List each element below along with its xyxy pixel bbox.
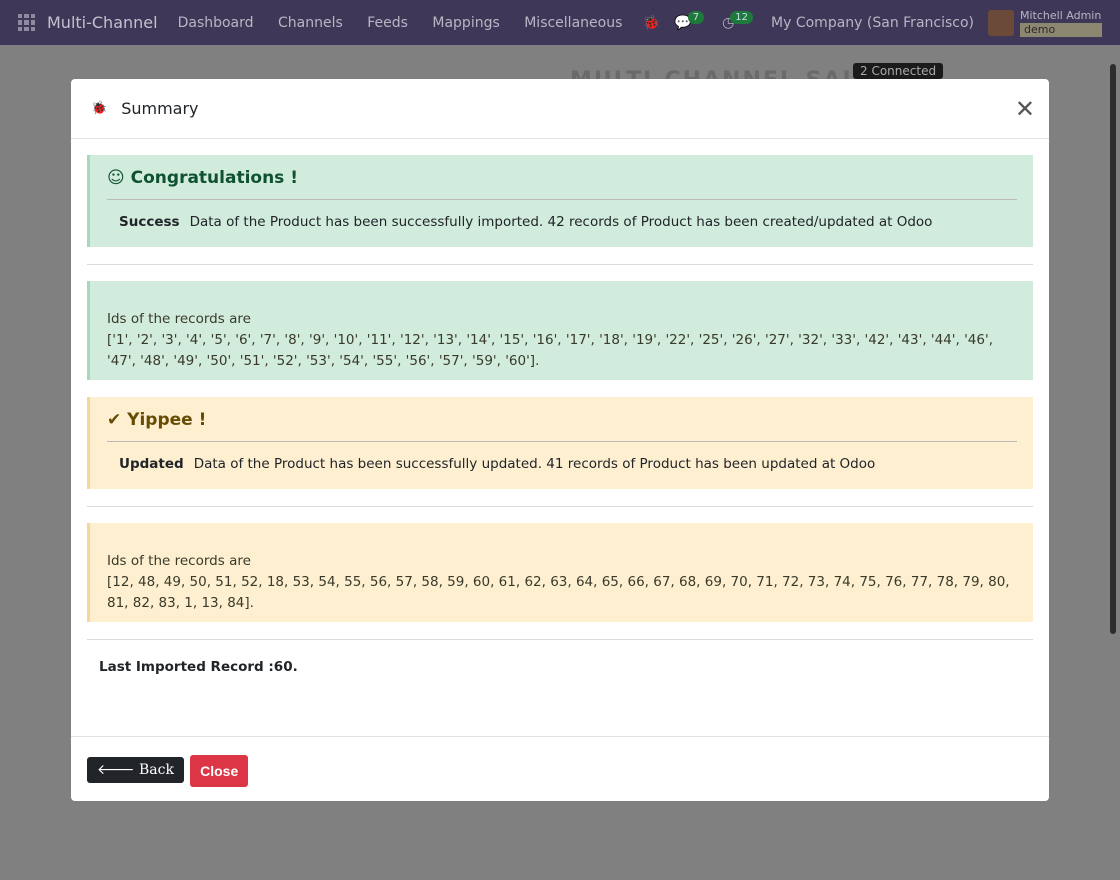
close-button[interactable]: Close — [190, 755, 249, 787]
summary-dialog: 🐞 Summary ✕ ☺ Congratulations ! Success Da… — [71, 79, 1049, 801]
user-menu[interactable]: Mitchell Admin demo — [988, 9, 1102, 37]
back-button[interactable]: 🡐 Back — [87, 757, 184, 783]
success-label: Success — [119, 214, 180, 230]
updated-heading: Yippee ! — [127, 410, 207, 430]
updated-label: Updated — [119, 456, 184, 472]
success-message: Data of the Product has been successfull… — [189, 214, 933, 230]
close-icon[interactable]: ✕ — [1015, 95, 1035, 123]
updated-alert: ✔ Yippee ! Updated Data of the Product ha… — [87, 397, 1033, 489]
updated-ids-label: Ids of the records are — [107, 553, 251, 569]
messages-badge: 7 — [687, 10, 705, 24]
menu-miscellaneous[interactable]: Miscellaneous — [524, 15, 622, 31]
company-switcher[interactable]: My Company (San Francisco) — [771, 15, 974, 31]
updated-ids-alert: Ids of the records are [12, 48, 49, 50, … — [87, 523, 1033, 622]
activities-badge: 12 — [730, 10, 754, 24]
menu-dashboard[interactable]: Dashboard — [178, 15, 254, 31]
debug-bug-icon[interactable]: 🐞 — [643, 15, 660, 31]
avatar — [988, 9, 1014, 36]
arrow-left-icon: 🡐 — [97, 762, 139, 778]
smile-icon: ☺ — [107, 168, 131, 188]
apps-menu-icon[interactable] — [18, 14, 35, 31]
database-badge: demo — [1020, 22, 1102, 37]
success-ids-label: Ids of the records are — [107, 311, 251, 327]
divider — [87, 639, 1033, 640]
scrollbar[interactable] — [1110, 64, 1116, 634]
activities-clock-icon[interactable]: ◷12 — [722, 10, 757, 31]
messages-icon[interactable]: 💬7 — [674, 10, 708, 31]
success-ids: ['1', '2', '3', '4', '5', '6', '7', '8',… — [107, 332, 993, 369]
menu-mappings[interactable]: Mappings — [432, 15, 499, 31]
success-alert: ☺ Congratulations ! Success Data of the P… — [87, 155, 1033, 247]
dialog-title: Summary — [121, 99, 199, 118]
success-ids-alert: Ids of the records are ['1', '2', '3', '… — [87, 281, 1033, 380]
last-imported-record: Last Imported Record :60. — [99, 659, 298, 675]
app-brand[interactable]: Multi-Channel — [47, 13, 158, 32]
menu-feeds[interactable]: Feeds — [367, 15, 408, 31]
divider — [87, 264, 1033, 265]
back-label: Back — [139, 762, 174, 778]
check-circle-icon: ✔ — [107, 410, 128, 430]
connected-badge: 2 Connected — [853, 63, 944, 79]
success-heading: Congratulations ! — [130, 168, 298, 188]
dialog-footer: 🡐 Back Close — [71, 736, 1049, 806]
updated-ids: [12, 48, 49, 50, 51, 52, 18, 53, 54, 55,… — [107, 574, 1010, 611]
updated-message: Data of the Product has been successfull… — [193, 456, 876, 472]
bug-icon: 🐞 — [91, 101, 108, 116]
top-navbar: Multi-Channel Dashboard Channels Feeds M… — [0, 0, 1120, 45]
menu-channels[interactable]: Channels — [278, 15, 343, 31]
divider — [87, 506, 1033, 507]
user-name: Mitchell Admin — [1020, 8, 1102, 22]
